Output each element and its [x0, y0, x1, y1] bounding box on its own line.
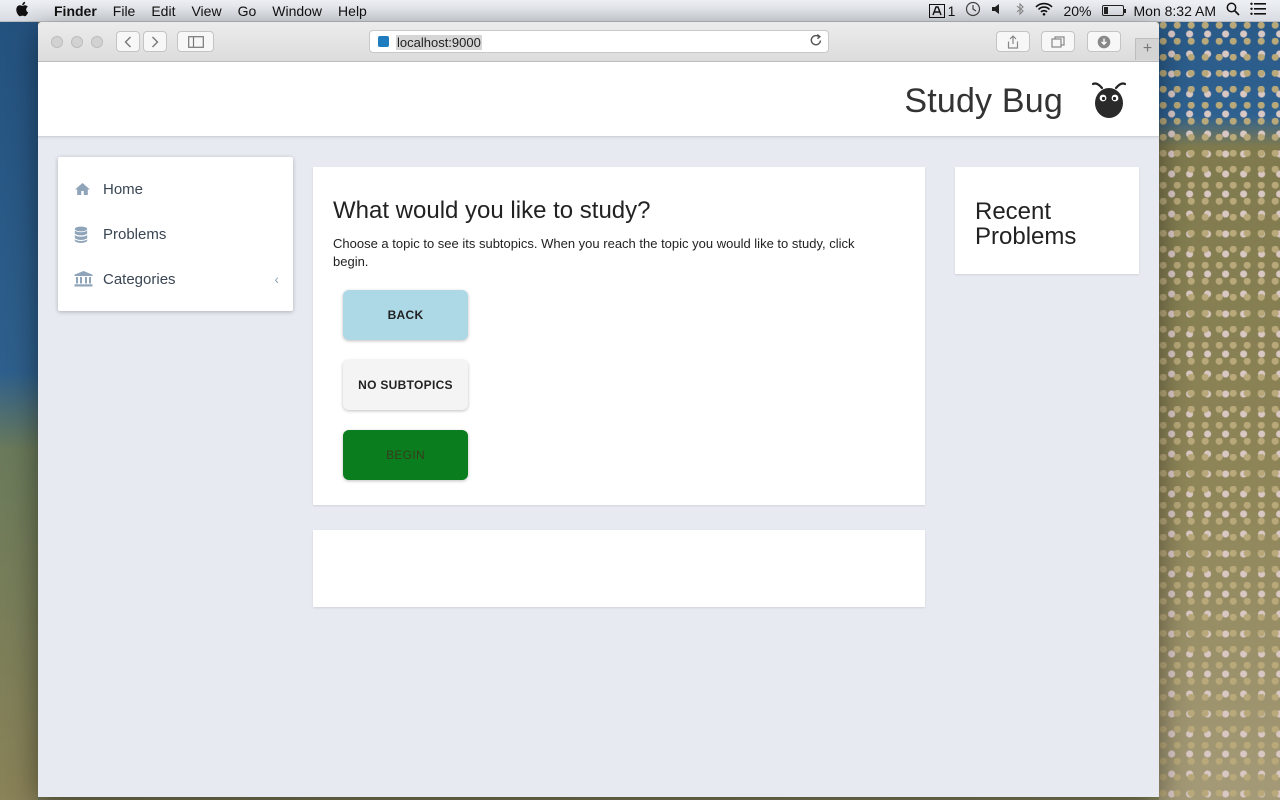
- download-icon: [1097, 35, 1111, 48]
- tabs-overview-button[interactable]: [1041, 31, 1075, 52]
- sidebar-item-home[interactable]: Home: [74, 176, 279, 202]
- battery-percent[interactable]: 20%: [1063, 3, 1091, 19]
- forward-nav-button[interactable]: [143, 31, 167, 52]
- menu-finder[interactable]: Finder: [44, 3, 105, 19]
- menu-help[interactable]: Help: [330, 3, 375, 19]
- sidebar-item-label: Categories: [103, 270, 176, 288]
- adobe-status-item[interactable]: 1: [928, 2, 956, 19]
- url-text[interactable]: localhost:9000: [396, 35, 482, 50]
- wifi-icon[interactable]: [1035, 2, 1054, 19]
- app-header: Study Bug: [38, 62, 1159, 137]
- brand-title[interactable]: Study Bug: [904, 82, 1063, 121]
- spotlight-search-icon[interactable]: [1226, 2, 1240, 19]
- tabs-icon: [1051, 35, 1065, 48]
- page-title: What would you like to study?: [333, 197, 651, 224]
- share-button[interactable]: [996, 31, 1030, 52]
- menu-go[interactable]: Go: [230, 3, 265, 19]
- notification-center-icon[interactable]: [1250, 2, 1266, 19]
- downloads-button[interactable]: [1087, 31, 1121, 52]
- menu-file[interactable]: File: [105, 3, 144, 19]
- content-panel: [313, 530, 925, 607]
- no-subtopics-button[interactable]: NO SUBTOPICS: [343, 360, 468, 410]
- volume-icon[interactable]: [991, 2, 1005, 19]
- menu-bar: Finder File Edit View Go Window Help 1 2…: [0, 0, 1280, 22]
- home-icon: [74, 182, 98, 196]
- share-icon: [1007, 34, 1019, 49]
- apple-menu-icon[interactable]: [0, 1, 44, 21]
- chevron-left-icon: [124, 36, 131, 47]
- database-icon: [74, 226, 98, 243]
- sidebar-icon: [187, 35, 204, 48]
- recent-problems-title: Recent Problems: [975, 198, 1077, 250]
- bank-icon: [74, 271, 98, 287]
- desktop-wallpaper-left: [0, 22, 38, 800]
- minimize-window-button[interactable]: [71, 36, 83, 48]
- time-machine-icon[interactable]: [965, 1, 981, 20]
- recent-problems-card: Recent Problems: [955, 167, 1139, 274]
- sidebar-nav: Home Problems Categories ‹: [58, 157, 293, 311]
- browser-toolbar: localhost:9000 +: [38, 22, 1159, 62]
- chevron-left-icon[interactable]: ‹: [274, 271, 279, 287]
- adobe-icon: [928, 3, 945, 18]
- close-window-button[interactable]: [51, 36, 63, 48]
- window-controls: [51, 36, 103, 48]
- reload-icon[interactable]: [809, 32, 823, 51]
- battery-icon: [1101, 5, 1126, 16]
- study-topic-card: What would you like to study? Choose a t…: [313, 167, 925, 505]
- address-bar[interactable]: localhost:9000: [369, 30, 829, 53]
- begin-button[interactable]: BEGIN: [343, 430, 468, 480]
- sidebar-item-label: Problems: [103, 225, 167, 243]
- zoom-window-button[interactable]: [91, 36, 103, 48]
- desktop-wallpaper-right: [1159, 22, 1280, 800]
- menu-window[interactable]: Window: [264, 3, 330, 19]
- bug-logo-icon[interactable]: [1091, 80, 1127, 120]
- sidebar-toggle-button[interactable]: [177, 31, 214, 52]
- back-button[interactable]: BACK: [343, 290, 468, 340]
- instructions-text: Choose a topic to see its subtopics. Whe…: [333, 236, 855, 269]
- back-nav-button[interactable]: [116, 31, 140, 52]
- web-page: Study Bug Home Problems Categories ‹ Wha…: [38, 62, 1159, 797]
- menu-view[interactable]: View: [183, 3, 229, 19]
- site-favicon-icon: [378, 36, 389, 47]
- new-tab-button[interactable]: +: [1135, 38, 1159, 60]
- sidebar-item-label: Home: [103, 180, 144, 198]
- sidebar-item-problems[interactable]: Problems: [74, 221, 279, 247]
- adobe-count: 1: [947, 2, 956, 19]
- status-area: 1 20% Mon 8:32 AM: [928, 1, 1280, 20]
- menu-edit[interactable]: Edit: [143, 3, 183, 19]
- chevron-right-icon: [152, 36, 159, 47]
- sidebar-item-categories[interactable]: Categories ‹: [74, 266, 279, 292]
- clock[interactable]: Mon 8:32 AM: [1134, 3, 1217, 19]
- browser-window: localhost:9000 + Study Bug Home Problems…: [38, 22, 1159, 797]
- bluetooth-icon[interactable]: [1015, 2, 1025, 19]
